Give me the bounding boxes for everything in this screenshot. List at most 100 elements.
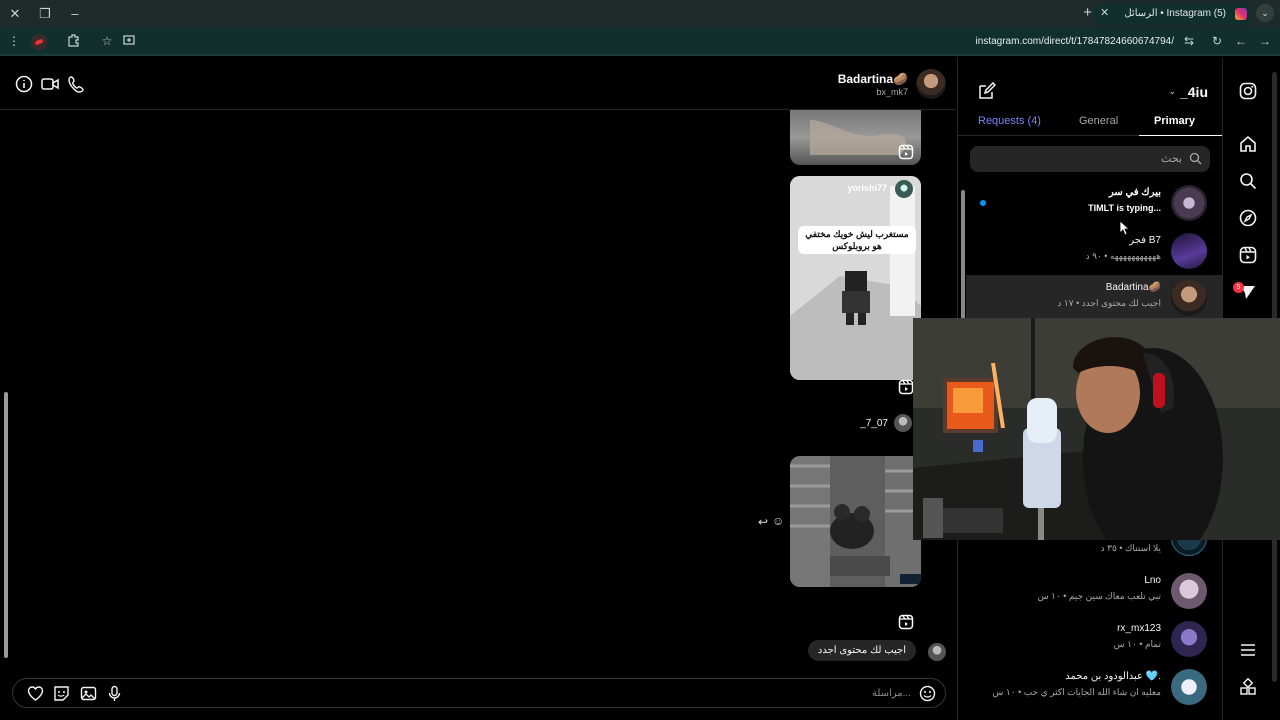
conversation-item[interactable]: فجر B7 هههههههههههه • ٩٠ د [966, 228, 1223, 274]
inbox-tabs: Requests (4) General Primary [958, 112, 1223, 136]
conversation-info-icon[interactable] [15, 75, 33, 93]
conversation-preview: هههههههههههه • ٩٠ د [1085, 251, 1161, 261]
message-sender-avatar[interactable] [894, 414, 912, 432]
conversation-preview: تمام • ١٠ س [1113, 639, 1161, 649]
inbox-search [970, 146, 1210, 172]
home-icon[interactable] [1239, 135, 1257, 153]
conversation-item[interactable]: Badartina🥔 اجيب لك محتوى اجدد • ١٧ د [966, 275, 1223, 321]
conversation-name: Lno [1144, 575, 1161, 586]
reply-icon[interactable]: ↩ [758, 515, 768, 529]
peer-name[interactable]: Badartina🥔 [838, 72, 908, 86]
notification-badge: 5 [1233, 282, 1244, 293]
reel-preview[interactable] [790, 456, 921, 587]
conversation-name: فجر B7 [1129, 235, 1161, 246]
conversation-item[interactable]: Lno تبي تلعب معاك سين جيم • ١٠ س [966, 568, 1223, 614]
conversation-name: rx_mx123 [1117, 623, 1161, 634]
message-sender-avatar[interactable] [928, 643, 946, 661]
apps-grid-icon[interactable] [1239, 678, 1257, 696]
search-icon[interactable] [1239, 172, 1257, 190]
conversation-avatar [1171, 233, 1207, 269]
reel-icon [898, 614, 914, 630]
peer-avatar[interactable] [916, 69, 946, 99]
reload-icon[interactable]: ↻ [1209, 33, 1225, 49]
microphone-icon[interactable] [106, 685, 123, 702]
sticker-icon[interactable] [53, 685, 70, 702]
minimize-window-icon[interactable]: – [66, 5, 84, 23]
browser-tab-bar: ✕ ❐ – + ✕ الرسائل • Instagram (5) ⌄ [0, 0, 1280, 28]
reel-icon [898, 144, 914, 160]
active-tab-indicator [1139, 135, 1223, 136]
tab-primary[interactable]: Primary [1154, 115, 1195, 127]
instagram-favicon-icon [1235, 8, 1247, 20]
menu-dots-icon[interactable]: ⋮ [6, 33, 22, 49]
cast-icon[interactable] [121, 33, 137, 49]
message-list-scrollbar[interactable] [3, 110, 9, 666]
audio-call-icon[interactable] [68, 75, 86, 93]
conversation-avatar [1171, 669, 1207, 705]
conversation-avatar [1171, 621, 1207, 657]
search-input[interactable] [982, 151, 1182, 167]
conversation-preview: يلا استناك • ٣٥ د [1100, 543, 1161, 553]
message-bubble[interactable]: اجيب لك محتوى اجدد [807, 640, 916, 661]
heart-icon[interactable] [27, 685, 44, 702]
chat-header: Badartina🥔 bx_mk7 [0, 58, 956, 110]
mouse-cursor-icon [1119, 220, 1131, 236]
close-window-icon[interactable]: ✕ [6, 5, 24, 23]
conversation-avatar [1171, 573, 1207, 609]
message-composer: مراسلة... [12, 678, 946, 708]
reels-icon[interactable] [1239, 246, 1257, 264]
conversation-preview: TIMLT is typing... [1088, 203, 1161, 213]
reel-sender-name[interactable]: yorishi77 [847, 183, 887, 193]
new-tab-icon[interactable]: + [1083, 4, 1092, 21]
site-settings-icon[interactable]: ⇆ [1181, 33, 1197, 49]
react-emoji-icon[interactable]: ☺ [772, 514, 784, 528]
tab-search-icon[interactable]: ⌄ [1256, 4, 1274, 22]
profile-avatar-icon[interactable] [31, 34, 47, 50]
account-username[interactable]: _4iu [1180, 84, 1208, 100]
close-tab-icon[interactable]: ✕ [1100, 6, 1109, 19]
browser-tab-instagram[interactable]: ✕ الرسائل • Instagram (5) [1094, 3, 1252, 25]
webcam-overlay [913, 318, 1280, 540]
conversation-item[interactable]: rx_mx123 تمام • ١٠ س [966, 616, 1223, 662]
conversation-name: عبدالودود بن محمد 🩵. [1065, 671, 1161, 682]
tab-requests[interactable]: Requests (4) [978, 115, 1041, 127]
url-field[interactable]: instagram.com/direct/t/17847824660674794… [976, 36, 1174, 47]
chevron-down-icon[interactable]: ⌄ [1168, 86, 1176, 97]
peer-username: bx_mk7 [876, 87, 908, 97]
conversation-item[interactable]: عبدالودود بن محمد 🩵. معليه ان شاء الله ا… [966, 664, 1223, 710]
conversation-name: Badartina🥔 [1105, 282, 1161, 293]
back-icon[interactable]: ← [1233, 33, 1249, 49]
emoji-icon[interactable] [919, 685, 936, 702]
unread-dot [980, 200, 986, 206]
reel-sender-avatar[interactable] [895, 180, 913, 198]
scrollbar-thumb[interactable] [4, 392, 8, 658]
explore-compass-icon[interactable] [1239, 209, 1257, 227]
new-message-icon[interactable] [978, 82, 996, 100]
conversation-avatar [1171, 185, 1207, 221]
bookmark-star-icon[interactable]: ☆ [99, 33, 115, 49]
image-upload-icon[interactable] [80, 685, 97, 702]
tab-title: الرسائل • Instagram (5) [1124, 8, 1226, 19]
conversation-preview: معليه ان شاء الله الجايات اكثر ي حب • ١٠… [992, 687, 1161, 697]
conversation-preview: اجيب لك محتوى اجدد • ١٧ د [1057, 298, 1161, 308]
search-icon [1189, 152, 1202, 165]
reel-overlay-text: مستغرب ليش خويك مختفي [805, 229, 909, 239]
restore-window-icon[interactable]: ❐ [36, 5, 54, 23]
conversation-avatar [1171, 280, 1207, 316]
instagram-logo-icon[interactable] [1239, 82, 1257, 100]
more-menu-icon[interactable] [1239, 641, 1257, 659]
video-call-icon[interactable] [41, 75, 59, 93]
reel-overlay-text: هو بروبلوكس [832, 241, 882, 251]
conversation-item[interactable]: بيرك في سر TIMLT is typing... [966, 180, 1223, 226]
reel-icon [898, 379, 914, 395]
message-input[interactable]: مراسلة... [872, 688, 911, 699]
extensions-icon[interactable] [66, 33, 82, 49]
conversation-preview: تبي تلعب معاك سين جيم • ١٠ س [1037, 591, 1161, 601]
reel-preview[interactable]: yorishi77 مستغرب ليش خويك مختفي هو بروبل… [790, 176, 921, 380]
forward-icon[interactable]: → [1257, 33, 1273, 49]
address-bar: ⋮ ☆ instagram.com/direct/t/1784782466067… [0, 28, 1280, 56]
tab-general[interactable]: General [1079, 115, 1118, 127]
message-list[interactable]: yorishi77 مستغرب ليش خويك مختفي هو بروبل… [0, 110, 956, 668]
conversation-name: بيرك في سر [1108, 187, 1161, 198]
message-sender-name[interactable]: _7_07 [860, 418, 888, 429]
